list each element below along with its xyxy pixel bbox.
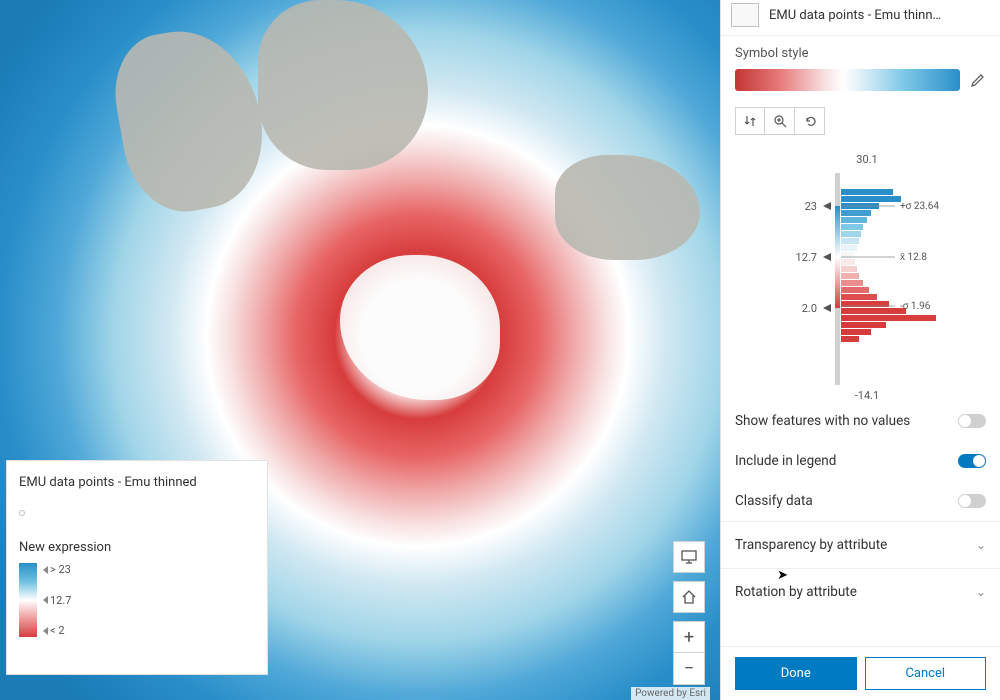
legend-color-ramp <box>19 563 37 637</box>
landmass-australia <box>555 155 700 260</box>
no-values-toggle[interactable] <box>958 414 986 428</box>
histogram-handle-mid[interactable]: 12.7 x̄ 12.8 <box>796 251 928 264</box>
rotation-label: Rotation by attribute <box>735 584 857 600</box>
svg-text:-σ 1.96: -σ 1.96 <box>900 301 931 312</box>
include-legend-toggle[interactable] <box>958 454 986 468</box>
svg-text:12.7: 12.7 <box>796 251 817 264</box>
histogram-max-label: 30.1 <box>856 153 877 166</box>
legend-panel: EMU data points - Emu thinned New expres… <box>6 460 268 675</box>
swap-icon <box>743 114 757 128</box>
svg-text:23: 23 <box>805 200 817 213</box>
legend-symbol-dot <box>19 510 25 516</box>
magnify-icon <box>773 114 787 128</box>
monitor-icon <box>681 550 697 564</box>
chevron-down-icon: ⌄ <box>976 585 986 599</box>
flip-ramp-button[interactable] <box>735 107 765 135</box>
layer-thumbnail[interactable] <box>731 3 759 27</box>
pencil-icon[interactable] <box>970 72 986 88</box>
transparency-label: Transparency by attribute <box>735 537 887 553</box>
chevron-down-icon: ⌄ <box>976 538 986 552</box>
transparency-by-attribute-expander[interactable]: Transparency by attribute ⌄ <box>721 521 1000 568</box>
zoom-out-button[interactable]: − <box>673 653 705 685</box>
rotation-by-attribute-expander[interactable]: Rotation by attribute ⌄ <box>721 568 1000 615</box>
landmass-south-america <box>105 19 274 221</box>
legend-label-low: < 2 <box>50 624 65 637</box>
classify-data-label: Classify data <box>735 493 813 509</box>
color-ramp-picker[interactable] <box>735 69 960 91</box>
no-values-label: Show features with no values <box>735 413 910 429</box>
map-nav-controls: + − <box>673 541 705 685</box>
zoom-histogram-button[interactable] <box>765 107 795 135</box>
cancel-button[interactable]: Cancel <box>865 657 987 690</box>
svg-text:2.0: 2.0 <box>802 302 817 315</box>
mouse-cursor: ➤ <box>777 568 788 583</box>
histogram-area[interactable]: 30.1 -14.1 <box>721 141 1000 401</box>
chevron-left-icon <box>43 627 48 635</box>
style-side-panel: EMU data points - Emu thinn… Symbol styl… <box>720 0 1000 700</box>
monitor-button[interactable] <box>673 541 705 573</box>
landmass-antarctica <box>340 255 500 400</box>
map-attribution: Powered by Esri <box>631 687 710 700</box>
include-legend-label: Include in legend <box>735 453 836 469</box>
reset-histogram-button[interactable] <box>795 107 825 135</box>
panel-header: EMU data points - Emu thinn… <box>721 0 1000 36</box>
undo-icon <box>803 114 817 128</box>
done-button[interactable]: Done <box>735 657 857 690</box>
zoom-in-button[interactable]: + <box>673 621 705 653</box>
panel-header-title: EMU data points - Emu thinn… <box>769 8 941 23</box>
landmass-africa <box>258 0 428 170</box>
svg-text:x̄ 12.8: x̄ 12.8 <box>900 252 927 263</box>
home-button[interactable] <box>673 581 705 613</box>
symbol-style-label: Symbol style <box>735 46 986 61</box>
histogram-min-label: -14.1 <box>855 389 880 401</box>
histogram-tools <box>721 101 1000 141</box>
chevron-left-icon <box>43 596 48 604</box>
legend-label-high: > 23 <box>50 563 71 576</box>
chevron-left-icon <box>43 566 48 574</box>
legend-label-mid: 12.7 <box>50 594 71 607</box>
svg-text:+σ 23.64: +σ 23.64 <box>900 201 939 212</box>
legend-expression-label: New expression <box>19 540 255 555</box>
classify-data-toggle[interactable] <box>958 494 986 508</box>
legend-title: EMU data points - Emu thinned <box>19 475 255 490</box>
home-icon <box>681 589 697 605</box>
